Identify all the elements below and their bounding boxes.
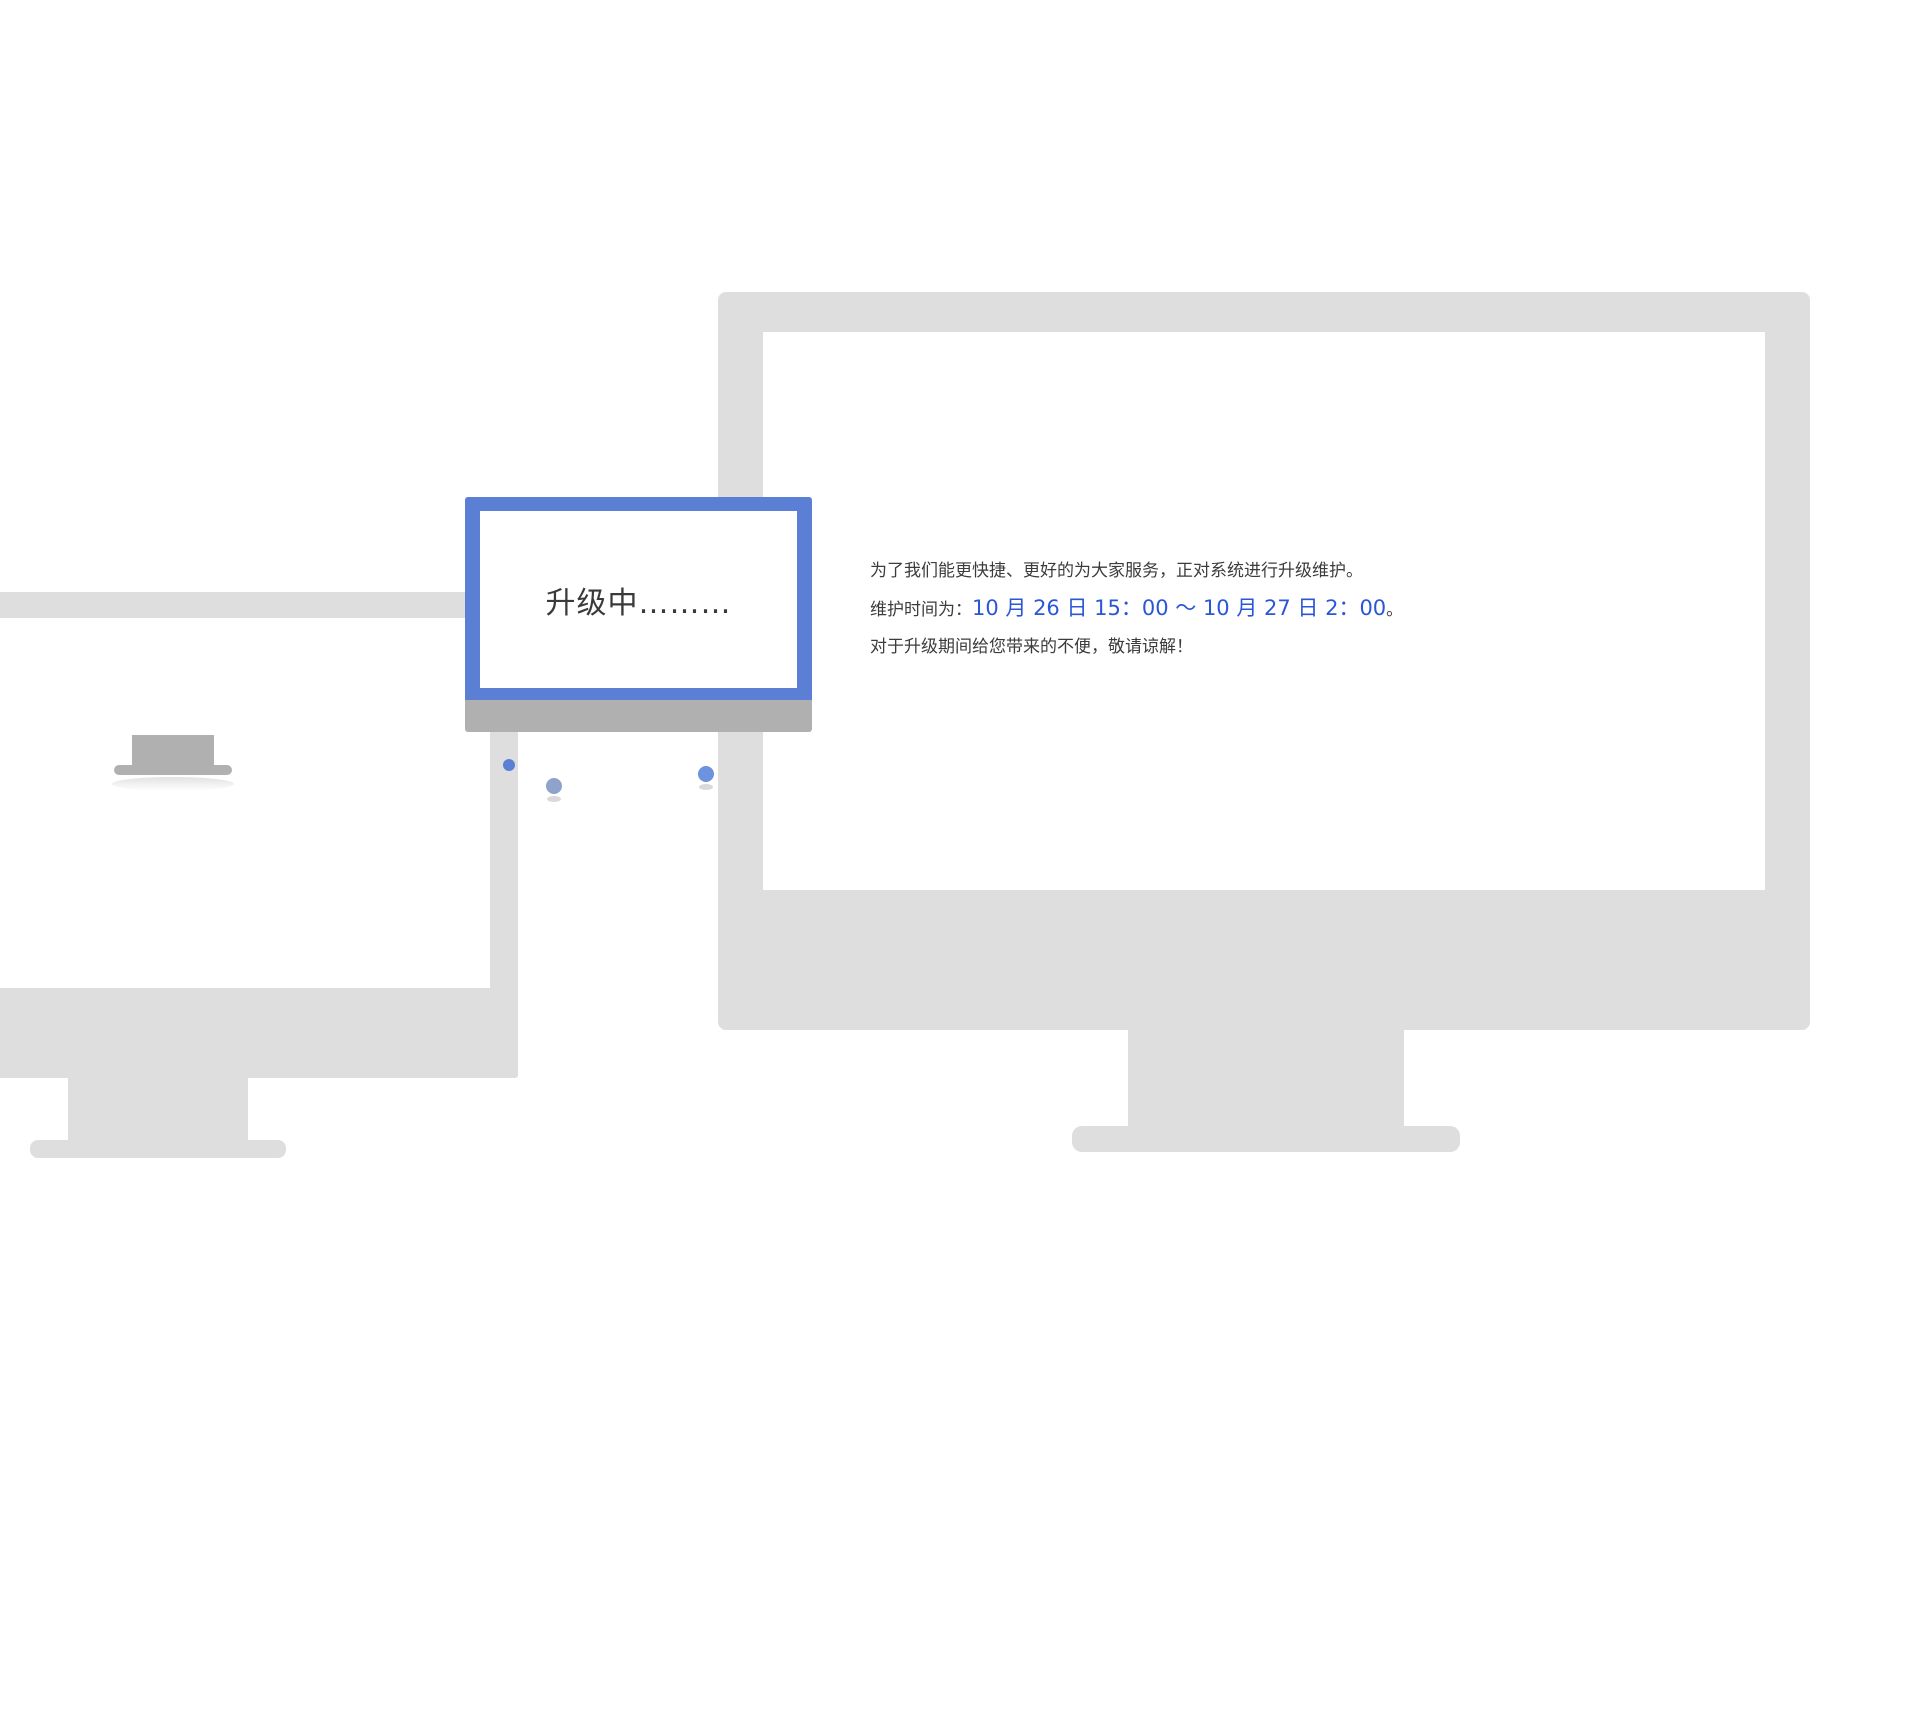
right-monitor-stand-neck: [1128, 1030, 1404, 1128]
left-monitor-top-bezel: [0, 592, 470, 618]
notice-line-2: 维护时间为：10 月 26 日 15：00 ～ 10 月 27 日 2：00。: [870, 590, 1403, 629]
decorative-dot: [698, 766, 714, 782]
maintenance-notice: 为了我们能更快捷、更好的为大家服务，正对系统进行升级维护。 维护时间为：10 月…: [870, 553, 1403, 666]
notice-line-2-end: 。: [1386, 600, 1404, 620]
decorative-dot-shadow: [699, 784, 713, 790]
decorative-dot: [503, 759, 515, 771]
upgrading-monitor-frame: 升级中………: [465, 497, 812, 700]
left-monitor-stand-neck: [68, 1078, 248, 1140]
upgrading-monitor-stand-base: [114, 765, 232, 775]
maintenance-time-range: 10 月 26 日 15：00 ～ 10 月 27 日 2：00: [972, 596, 1387, 620]
notice-line-3: 对于升级期间给您带来的不便，敬请谅解！: [870, 637, 1193, 657]
upgrading-monitor-chin: [465, 700, 812, 732]
upgrading-monitor-illustration: 升级中………: [465, 497, 812, 735]
notice-time-label: 维护时间为：: [870, 600, 972, 620]
upgrading-status-text: 升级中………: [545, 585, 732, 621]
upgrading-monitor-screen: 升级中………: [480, 511, 797, 688]
notice-line-1: 为了我们能更快捷、更好的为大家服务，正对系统进行升级维护。: [870, 561, 1363, 581]
left-monitor-chin: [0, 988, 518, 1078]
upgrading-monitor-stand-neck: [132, 735, 214, 765]
left-monitor-stand-base: [30, 1140, 286, 1158]
upgrading-monitor-shadow: [112, 777, 234, 791]
right-monitor-stand-base: [1072, 1126, 1460, 1152]
maintenance-page: 升级中……… 为了我们能更快捷、更好的为大家服务，正对系统进行升级维护。 维护时…: [0, 0, 1920, 1723]
decorative-dot-shadow: [547, 796, 561, 802]
decorative-dot: [546, 778, 562, 794]
